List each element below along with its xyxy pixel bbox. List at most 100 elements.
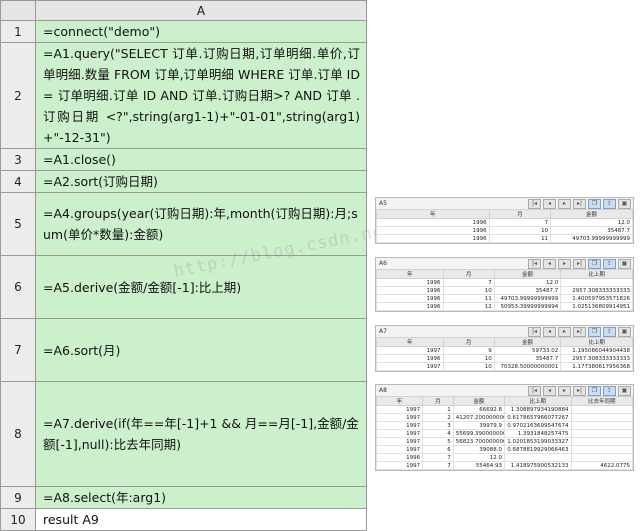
result-panel-a6[interactable]: A6 |◂ ◂ ▸ ▸| ❐ ⇪ ▣ 年月金额 比上期 1996 7 12.0 1996 10 35487.7…: [375, 257, 634, 312]
column-header[interactable]: 月: [422, 396, 454, 406]
first-page-icon[interactable]: |◂: [528, 259, 541, 269]
table-row[interactable]: 1997241207.200000000060.6178657966077267: [375, 413, 634, 422]
copy-icon[interactable]: ❐: [588, 327, 601, 337]
table-row[interactable]: 1996 10 35487.7 2957.308333333333: [376, 354, 633, 363]
column-header[interactable]: 比上期: [503, 396, 572, 406]
column-header[interactable]: 年: [375, 396, 424, 406]
table-row[interactable]: 1997455699.390000000011.3931848257475: [375, 429, 634, 438]
first-page-icon[interactable]: |◂: [528, 327, 541, 337]
cell-a3[interactable]: =A1.close(): [35, 148, 367, 171]
column-header[interactable]: 年: [376, 209, 490, 219]
save-icon[interactable]: ▣: [618, 327, 631, 337]
table-row[interactable]: 1996 7 12.0: [376, 278, 633, 287]
grid-row: 9 =A8.select(年:arg1): [0, 486, 367, 509]
column-header[interactable]: 年: [376, 269, 444, 279]
copy-icon[interactable]: ❐: [588, 199, 601, 209]
row-header[interactable]: 4: [0, 170, 36, 193]
cell-a6[interactable]: =A5.derive(金额/金额[-1]:比上期): [35, 255, 367, 319]
result-table: 年月金额 比上期 1996 7 12.0 1996 10 35487.7 2957.308333…: [376, 269, 633, 311]
save-icon[interactable]: ▣: [618, 199, 631, 209]
column-header[interactable]: 比上期: [560, 337, 633, 347]
column-header[interactable]: 月: [442, 269, 495, 279]
next-page-icon[interactable]: ▸: [558, 327, 571, 337]
last-page-icon[interactable]: ▸|: [573, 259, 586, 269]
export-icon[interactable]: ⇪: [603, 199, 616, 209]
copy-icon[interactable]: ❐: [588, 259, 601, 269]
table-row[interactable]: 1997 3 39979.9 0.9702163699547674: [375, 421, 634, 430]
prev-page-icon[interactable]: ◂: [543, 386, 556, 396]
table-row[interactable]: 1997 1 66692.8 1.308897934190884: [375, 405, 634, 414]
table-cell: 7: [422, 461, 454, 470]
column-header-a[interactable]: A: [35, 0, 367, 21]
table-cell: 1997: [376, 346, 444, 355]
column-header[interactable]: 年: [376, 337, 444, 347]
result-panel-a7[interactable]: A7 |◂ ◂ ▸ ▸| ❐ ⇪ ▣ 年月金额 比上期 1997 9 59733.02 1.1950860…: [375, 325, 634, 372]
result-panel-a8[interactable]: A8 |◂ ◂ ▸ ▸| ❐ ⇪ ▣ 年月金额 比上期 比去年同期 1997 1 66692.8 1.308…: [375, 384, 634, 471]
export-icon[interactable]: ⇪: [603, 259, 616, 269]
save-icon[interactable]: ▣: [618, 386, 631, 396]
table-row[interactable]: 1997 6 39088.0 0.6878819929066463: [375, 445, 634, 454]
last-page-icon[interactable]: ▸|: [573, 327, 586, 337]
row-header[interactable]: 2: [0, 42, 36, 149]
table-row[interactable]: 1997 9 59733.02 1.195086044904438: [376, 346, 633, 355]
table-cell: [570, 413, 634, 422]
cell-a9[interactable]: =A8.select(年:arg1): [35, 486, 367, 509]
grid-row: 10 result A9: [0, 508, 367, 531]
row-header[interactable]: 8: [0, 381, 36, 487]
column-header[interactable]: 比去年同期: [570, 396, 634, 406]
table-cell: 1996: [376, 278, 444, 287]
cell-a8[interactable]: =A7.derive(if(年==年[-1]+1 && 月==月[-1],金额/…: [35, 381, 367, 487]
next-page-icon[interactable]: ▸: [558, 259, 571, 269]
table-row[interactable]: 1996 7 12.0: [376, 218, 633, 227]
row-header[interactable]: 3: [0, 148, 36, 171]
first-page-icon[interactable]: |◂: [528, 386, 541, 396]
table-cell: 50953.39999999994: [493, 302, 562, 311]
table-row[interactable]: 1996 11 49703.99999999999: [376, 234, 633, 243]
cell-a2[interactable]: =A1.query("SELECT 订单.订购日期,订单明细.单价,订单明细.数…: [35, 42, 367, 149]
export-icon[interactable]: ⇪: [603, 386, 616, 396]
table-row[interactable]: 1996 10 35487.7 2957.308333333333: [376, 286, 633, 295]
table-cell: 41207.20000000006: [452, 413, 505, 422]
row-header[interactable]: 10: [0, 508, 36, 531]
column-header[interactable]: 月: [488, 209, 552, 219]
last-page-icon[interactable]: ▸|: [573, 386, 586, 396]
cell-a5[interactable]: =A4.groups(year(订购日期):年,month(订购日期):月;su…: [35, 192, 367, 256]
row-header[interactable]: 6: [0, 255, 36, 319]
table-cell: 10: [442, 354, 495, 363]
export-icon[interactable]: ⇪: [603, 327, 616, 337]
column-header[interactable]: 金额: [493, 269, 562, 279]
table-cell: 10: [442, 362, 495, 371]
next-page-icon[interactable]: ▸: [558, 199, 571, 209]
save-icon[interactable]: ▣: [618, 259, 631, 269]
column-header[interactable]: 金额: [452, 396, 505, 406]
table-row[interactable]: 1997 7 55464.93 1.418975900532133 4622.0775: [375, 461, 634, 470]
table-row[interactable]: 1996 10 35487.7: [376, 226, 633, 235]
column-header[interactable]: 月: [442, 337, 495, 347]
table-row[interactable]: 1996 12 50953.39999999994 1.025136809914951: [376, 302, 633, 311]
table-row[interactable]: 1997556823.700000000011.0201853199033327: [375, 437, 634, 446]
panel-toolbar: |◂ ◂ ▸ ▸| ❐ ⇪ ▣: [528, 259, 631, 269]
last-page-icon[interactable]: ▸|: [573, 199, 586, 209]
prev-page-icon[interactable]: ◂: [543, 327, 556, 337]
column-header[interactable]: 比上期: [560, 269, 633, 279]
table-row[interactable]: 1997 10 70328.50000000001 1.177380617956368: [376, 362, 633, 371]
prev-page-icon[interactable]: ◂: [543, 259, 556, 269]
first-page-icon[interactable]: |◂: [528, 199, 541, 209]
copy-icon[interactable]: ❐: [588, 386, 601, 396]
prev-page-icon[interactable]: ◂: [543, 199, 556, 209]
row-header[interactable]: 9: [0, 486, 36, 509]
next-page-icon[interactable]: ▸: [558, 386, 571, 396]
column-header[interactable]: 金额: [493, 337, 562, 347]
row-header[interactable]: 1: [0, 20, 36, 43]
cell-a7[interactable]: =A6.sort(月): [35, 318, 367, 382]
column-header[interactable]: 金额: [550, 209, 633, 219]
corner-cell[interactable]: [0, 0, 36, 21]
row-header[interactable]: 5: [0, 192, 36, 256]
row-header[interactable]: 7: [0, 318, 36, 382]
result-panel-a5[interactable]: A5 |◂ ◂ ▸ ▸| ❐ ⇪ ▣ 年月金额 1996 7 12.0 1996 10 35487.7 199…: [375, 197, 634, 244]
table-row[interactable]: 1996 7 12.0: [375, 453, 634, 462]
cell-a1[interactable]: =connect("demo"): [35, 20, 367, 43]
cell-a10[interactable]: result A9: [35, 508, 367, 531]
table-row[interactable]: 1996 11 49703.99999999999 1.400597953571826: [376, 294, 633, 303]
cell-a4[interactable]: =A2.sort(订购日期): [35, 170, 367, 193]
